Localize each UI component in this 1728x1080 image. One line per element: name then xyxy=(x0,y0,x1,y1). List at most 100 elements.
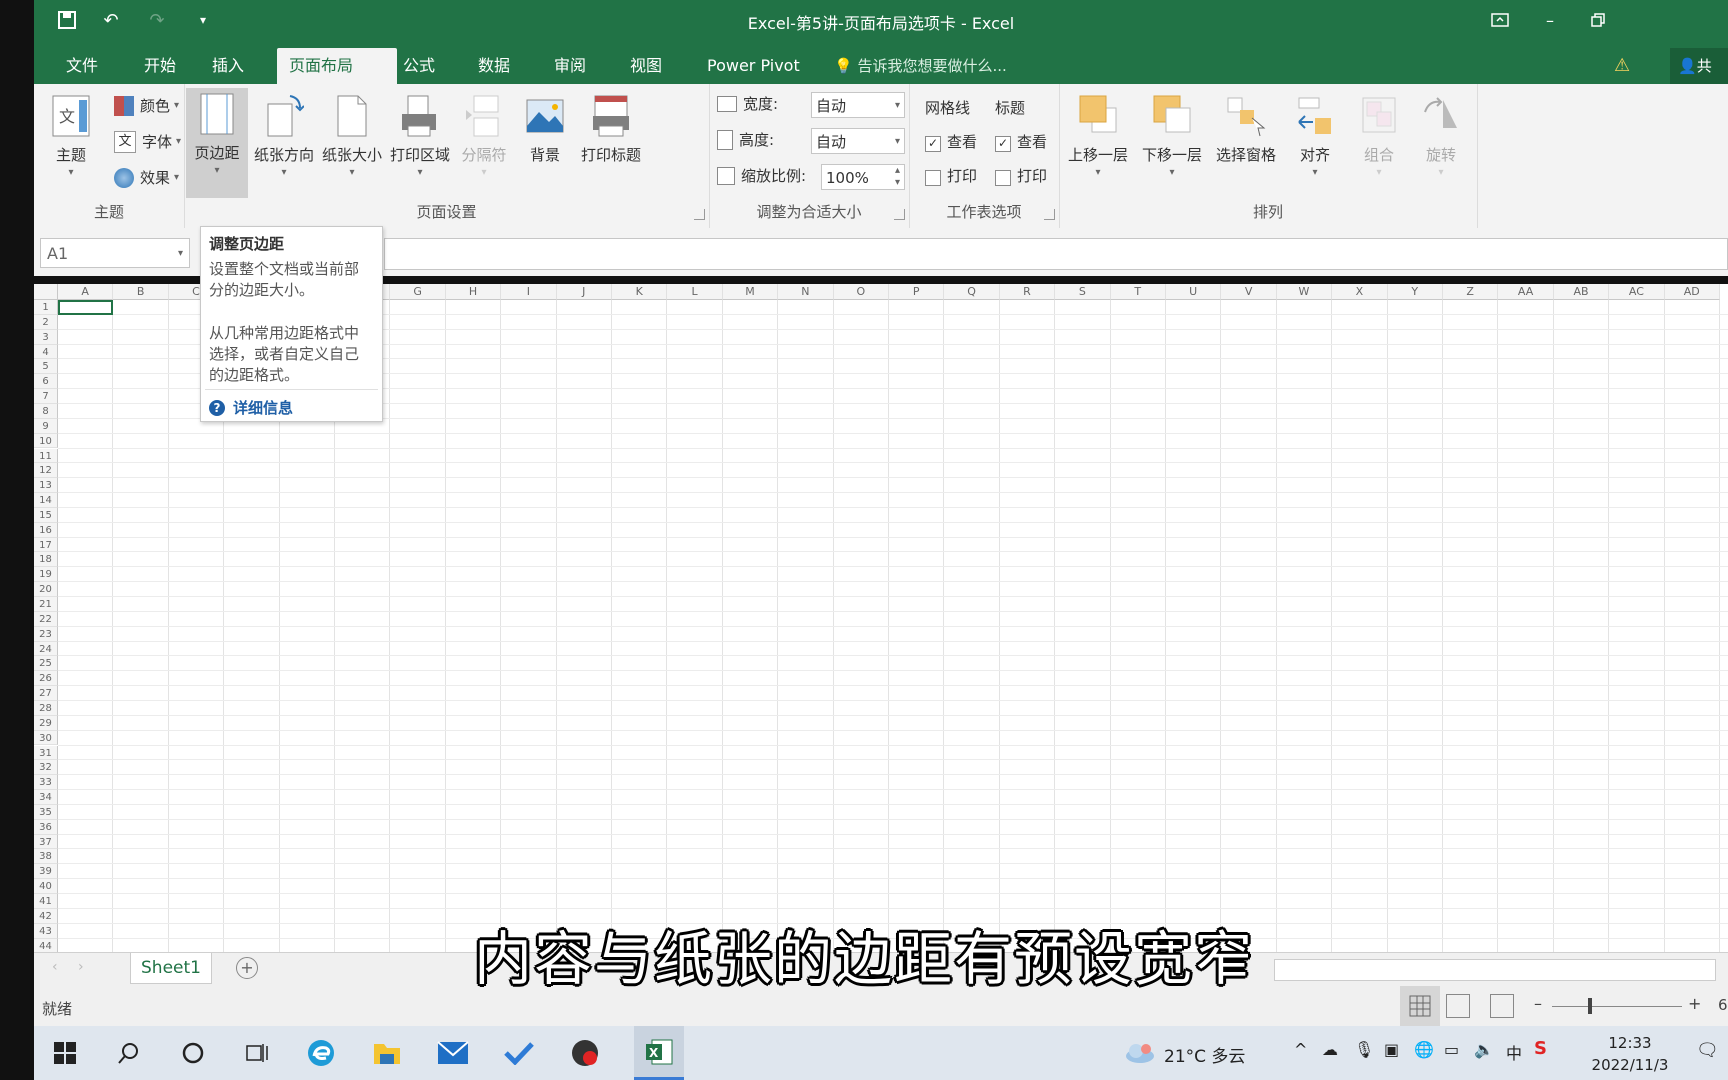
onedrive-icon[interactable]: ☁ xyxy=(1322,1040,1338,1059)
rotate-button[interactable]: 旋转 ▾ xyxy=(1411,90,1471,190)
windows-start-icon[interactable] xyxy=(48,1036,82,1070)
width-dropdown[interactable]: 自动 ▾ xyxy=(811,92,905,118)
row-header[interactable]: 28 xyxy=(34,700,58,716)
gridlines-print-checkbox[interactable]: 打印 xyxy=(925,162,977,190)
row-header[interactable]: 30 xyxy=(34,730,58,746)
column-header[interactable]: Z xyxy=(1443,284,1499,300)
scale-spinner[interactable]: 100% ▴ ▾ xyxy=(821,164,905,190)
zoom-slider-thumb[interactable] xyxy=(1588,998,1592,1014)
effects-button[interactable]: 效果 ▾ xyxy=(114,164,179,192)
tab-formulas[interactable]: 公式 xyxy=(391,48,447,84)
gridlines-view-checkbox[interactable]: ✓ 查看 xyxy=(925,128,977,156)
row-header[interactable]: 1 xyxy=(34,300,58,315)
microphone-icon[interactable]: 🎙 xyxy=(1354,1040,1374,1059)
row-header[interactable]: 10 xyxy=(34,433,58,449)
zoom-in-icon[interactable]: + xyxy=(1688,994,1701,1013)
checkbox-checked-icon[interactable]: ✓ xyxy=(995,136,1011,152)
sogou-ime-icon[interactable]: S xyxy=(1534,1038,1547,1059)
row-header[interactable]: 3 xyxy=(34,329,58,345)
row-header[interactable]: 13 xyxy=(34,478,58,494)
dialog-launcher-icon[interactable] xyxy=(894,209,905,220)
row-header[interactable]: 39 xyxy=(34,864,58,880)
file-explorer-icon[interactable] xyxy=(370,1036,404,1070)
row-header[interactable]: 18 xyxy=(34,552,58,568)
name-box[interactable]: A1 ▾ xyxy=(40,238,190,268)
zoom-percent[interactable]: 6 xyxy=(1718,996,1728,1014)
column-header[interactable]: P xyxy=(889,284,945,300)
themes-button[interactable]: 文 主题 ▾ xyxy=(42,90,100,190)
excel-taskbar-icon[interactable]: X xyxy=(634,1026,684,1080)
column-header[interactable]: R xyxy=(999,284,1056,300)
row-header[interactable]: 19 xyxy=(34,567,58,583)
checkbox-checked-icon[interactable]: ✓ xyxy=(925,136,941,152)
column-header[interactable]: W xyxy=(1276,284,1333,300)
column-header[interactable]: B xyxy=(113,284,169,300)
row-header[interactable]: 27 xyxy=(34,686,58,701)
breaks-button[interactable]: 分隔符 ▾ xyxy=(456,90,512,190)
tab-review[interactable]: 审阅 xyxy=(542,48,598,84)
column-header[interactable]: Y xyxy=(1387,284,1443,300)
headings-print-checkbox[interactable]: 打印 xyxy=(995,162,1047,190)
tab-data[interactable]: 数据 xyxy=(466,48,522,84)
tab-insert[interactable]: 插入 xyxy=(200,48,256,84)
row-header[interactable]: 33 xyxy=(34,775,58,791)
column-header[interactable]: AA xyxy=(1498,284,1554,300)
column-header[interactable]: K xyxy=(612,284,668,300)
volume-icon[interactable]: 🔈 xyxy=(1474,1040,1494,1059)
row-header[interactable]: 36 xyxy=(34,819,58,835)
row-header[interactable]: 2 xyxy=(34,314,58,330)
row-header[interactable]: 41 xyxy=(34,894,58,909)
column-header[interactable]: S xyxy=(1055,284,1111,300)
selection-pane-button[interactable]: 选择窗格 xyxy=(1211,90,1281,190)
row-header[interactable]: 15 xyxy=(34,507,58,523)
page-break-view-icon[interactable] xyxy=(1490,994,1514,1018)
column-header[interactable]: AB xyxy=(1553,284,1610,300)
chevron-down-icon[interactable]: ▾ xyxy=(178,239,183,269)
group-objects-button[interactable]: 组合 ▾ xyxy=(1349,90,1409,190)
weather-text[interactable]: 21°C 多云 xyxy=(1164,1042,1245,1067)
column-header[interactable]: AC xyxy=(1609,284,1665,300)
row-header[interactable]: 22 xyxy=(34,611,58,627)
tab-power-pivot[interactable]: Power Pivot xyxy=(695,48,812,84)
column-header[interactable]: V xyxy=(1221,284,1277,300)
battery-icon[interactable]: ▭ xyxy=(1444,1040,1459,1059)
row-header[interactable]: 9 xyxy=(34,418,58,434)
notification-center-icon[interactable]: 🗨 xyxy=(1696,1040,1719,1061)
task-view-icon[interactable] xyxy=(240,1036,274,1070)
weather-cloud-icon[interactable] xyxy=(1120,1036,1160,1070)
orientation-button[interactable]: 纸张方向 ▾ xyxy=(252,90,316,190)
page-layout-view-icon[interactable] xyxy=(1446,994,1470,1018)
active-cell-a1[interactable] xyxy=(58,300,114,315)
spinner-arrows-icon[interactable]: ▴ ▾ xyxy=(895,165,900,189)
restore-icon[interactable] xyxy=(1578,6,1618,34)
height-dropdown[interactable]: 自动 ▾ xyxy=(811,128,905,154)
print-area-button[interactable]: 打印区域 ▾ xyxy=(388,90,452,190)
row-header[interactable]: 40 xyxy=(34,879,58,894)
search-icon[interactable] xyxy=(112,1036,146,1070)
checkbox-unchecked-icon[interactable] xyxy=(925,170,941,186)
row-header[interactable]: 29 xyxy=(34,715,58,731)
zoom-out-icon[interactable]: – xyxy=(1534,994,1542,1013)
row-header[interactable]: 5 xyxy=(34,359,58,375)
clock[interactable]: 12:33 2022/11/3 xyxy=(1580,1032,1680,1076)
size-button[interactable]: 纸张大小 ▾ xyxy=(320,90,384,190)
column-header[interactable]: A xyxy=(58,284,114,300)
row-header[interactable]: 26 xyxy=(34,671,58,687)
tab-page-layout[interactable]: 页面布局 xyxy=(277,48,397,84)
print-titles-button[interactable]: 打印标题 xyxy=(576,90,646,190)
bring-forward-button[interactable]: 上移一层 ▾ xyxy=(1063,90,1133,190)
fonts-button[interactable]: 文 字体 ▾ xyxy=(114,128,181,156)
warning-icon[interactable]: ⚠ xyxy=(1614,48,1630,84)
column-header[interactable]: X xyxy=(1332,284,1388,300)
mail-icon[interactable] xyxy=(436,1036,470,1070)
column-header[interactable]: Q xyxy=(944,284,1000,300)
tell-me-box[interactable]: 💡 告诉我您想要做什么... xyxy=(834,48,1007,84)
dialog-launcher-icon[interactable] xyxy=(1044,209,1055,220)
row-header[interactable]: 23 xyxy=(34,626,58,642)
formula-input[interactable] xyxy=(384,238,1728,270)
background-button[interactable]: 背景 xyxy=(518,90,572,190)
row-header[interactable]: 12 xyxy=(34,463,58,479)
row-header[interactable]: 35 xyxy=(34,804,58,820)
column-header[interactable]: G xyxy=(390,284,446,300)
network-globe-icon[interactable]: 🌐 xyxy=(1414,1040,1434,1059)
